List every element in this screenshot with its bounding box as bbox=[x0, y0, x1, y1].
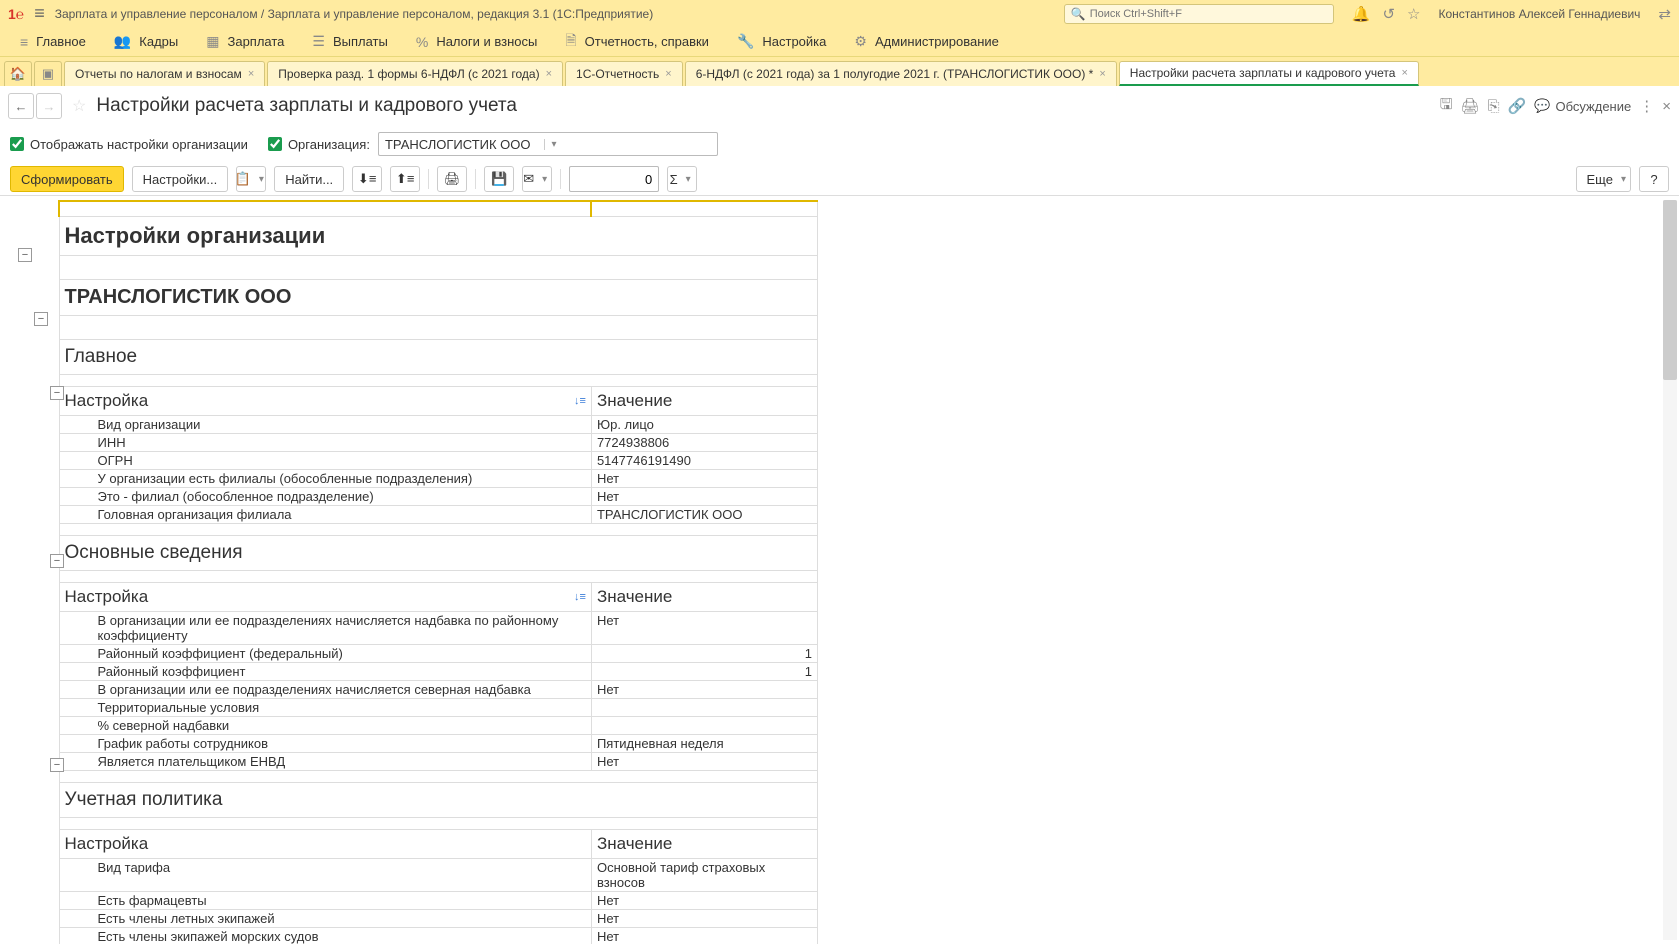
sum-button[interactable]: Σ bbox=[667, 166, 697, 192]
mail-button[interactable]: ✉ bbox=[522, 166, 552, 192]
tree-collapse-node[interactable]: − bbox=[18, 248, 32, 262]
link-icon[interactable]: 🔗 bbox=[1508, 97, 1527, 115]
tab-bar: 🏠 ▣ Отчеты по налогам и взносам× Проверк… bbox=[0, 57, 1679, 86]
menu-vyplaty[interactable]: ☰Выплаты bbox=[298, 27, 401, 56]
settings-button[interactable]: Настройки... bbox=[132, 166, 229, 192]
panels-tab-icon[interactable]: ▣ bbox=[34, 61, 62, 86]
save-button[interactable]: 💾 bbox=[484, 166, 514, 192]
main-menu: ≡Главное 👥Кадры ▦Зарплата ☰Выплаты %Нало… bbox=[0, 27, 1679, 57]
dropdown-icon: ▾ bbox=[544, 139, 711, 150]
report-area[interactable]: −−−−− Настройки организацииТРАНСЛОГИСТИК… bbox=[0, 195, 1679, 944]
wrench-icon: 🔧 bbox=[737, 33, 754, 50]
app-logo-icon: 1℮ bbox=[8, 6, 24, 22]
tree-collapse-node[interactable]: − bbox=[34, 312, 48, 326]
favorite-star-icon[interactable]: ☆ bbox=[72, 96, 86, 116]
nav-forward-button[interactable]: → bbox=[36, 93, 62, 119]
gear-icon: ⚙ bbox=[854, 33, 867, 50]
menu-hamburger[interactable]: ≡Главное bbox=[6, 27, 100, 56]
org-select[interactable]: ТРАНСЛОГИСТИК ООО▾ bbox=[378, 132, 718, 156]
hamburger-icon[interactable]: ≡ bbox=[34, 3, 45, 24]
tab-2[interactable]: 1С-Отчетность× bbox=[565, 61, 683, 86]
close-icon[interactable]: × bbox=[546, 68, 552, 80]
toolbar: Сформировать Настройки... 📋 Найти... ⬇≡ … bbox=[0, 162, 1679, 196]
menu-otchetnost[interactable]: 🗎Отчетность, справки bbox=[551, 27, 723, 56]
search-input[interactable] bbox=[1090, 8, 1327, 20]
vertical-scrollbar[interactable] bbox=[1663, 200, 1677, 940]
tree-collapse-node[interactable]: − bbox=[50, 758, 64, 772]
kebab-icon[interactable]: ⋮ bbox=[1639, 97, 1654, 115]
form-button[interactable]: Сформировать bbox=[10, 166, 124, 192]
save-icon[interactable]: 🖫 bbox=[1440, 94, 1453, 119]
show-org-checkbox[interactable]: Отображать настройки организации bbox=[10, 137, 248, 152]
collapse-button[interactable]: ⬆≡ bbox=[390, 166, 420, 192]
doc-icon: 🗎 bbox=[565, 30, 576, 54]
search-icon: 🔍 bbox=[1071, 7, 1086, 21]
more-button[interactable]: Еще bbox=[1576, 166, 1631, 192]
money-icon: ☰ bbox=[312, 33, 325, 50]
username-label[interactable]: Константинов Алексей Геннадиевич bbox=[1438, 7, 1640, 21]
outline-tree: −−−−− bbox=[8, 200, 58, 944]
close-icon[interactable]: × bbox=[248, 68, 254, 80]
copy-icon[interactable]: ⎘ bbox=[1488, 98, 1500, 115]
search-box[interactable]: 🔍 bbox=[1064, 4, 1334, 24]
variants-button[interactable]: 📋 bbox=[236, 166, 266, 192]
tab-1[interactable]: Проверка разд. 1 формы 6-НДФЛ (с 2021 го… bbox=[267, 61, 563, 86]
nav-back-button[interactable]: ← bbox=[8, 93, 34, 119]
chat-icon: 💬 bbox=[1534, 98, 1550, 114]
tab-4[interactable]: Настройки расчета зарплаты и кадрового у… bbox=[1119, 61, 1419, 86]
tree-collapse-node[interactable]: − bbox=[50, 554, 64, 568]
discuss-button[interactable]: 💬Обсуждение bbox=[1534, 98, 1631, 114]
people-icon: 👥 bbox=[114, 33, 131, 50]
star-icon[interactable]: ☆ bbox=[1407, 5, 1420, 23]
tab-3[interactable]: 6-НДФЛ (с 2021 года) за 1 полугодие 2021… bbox=[685, 61, 1117, 86]
sum-input[interactable] bbox=[569, 166, 659, 192]
menu-icon: ≡ bbox=[20, 34, 28, 50]
percent-icon: % bbox=[416, 34, 428, 50]
home-tab-icon[interactable]: 🏠 bbox=[4, 61, 32, 86]
menu-kadry[interactable]: 👥Кадры bbox=[100, 27, 192, 56]
help-button[interactable]: ? bbox=[1639, 166, 1669, 192]
close-icon[interactable]: × bbox=[1099, 68, 1105, 80]
close-icon[interactable]: × bbox=[1401, 67, 1407, 79]
menu-zarplata[interactable]: ▦Зарплата bbox=[192, 27, 298, 56]
history-icon[interactable]: ↺ bbox=[1382, 5, 1395, 23]
calendar-icon: ▦ bbox=[206, 33, 219, 50]
page-title: Настройки расчета зарплаты и кадрового у… bbox=[96, 95, 1429, 117]
print-button[interactable]: 🖨 bbox=[437, 166, 467, 192]
close-icon[interactable]: × bbox=[665, 68, 671, 80]
report-table: Настройки организацииТРАНСЛОГИСТИК ОООГл… bbox=[58, 200, 818, 944]
filter-bar: Отображать настройки организации Организ… bbox=[0, 126, 1679, 162]
bell-icon[interactable]: 🔔 bbox=[1352, 5, 1371, 23]
window-title: Зарплата и управление персоналом / Зарпл… bbox=[55, 7, 1054, 21]
menu-nalogi[interactable]: %Налоги и взносы bbox=[402, 27, 552, 56]
page-header: ← → ☆ Настройки расчета зарплаты и кадро… bbox=[0, 86, 1679, 126]
org-checkbox[interactable]: Организация: bbox=[268, 137, 370, 152]
menu-nastroika[interactable]: 🔧Настройка bbox=[723, 27, 840, 56]
user-menu-icon[interactable]: ⇄ bbox=[1658, 5, 1671, 23]
menu-admin[interactable]: ⚙Администрирование bbox=[840, 27, 1013, 56]
expand-button[interactable]: ⬇≡ bbox=[352, 166, 382, 192]
close-page-icon[interactable]: × bbox=[1662, 98, 1671, 115]
find-button[interactable]: Найти... bbox=[274, 166, 344, 192]
window-titlebar: 1℮ ≡ Зарплата и управление персоналом / … bbox=[0, 0, 1679, 27]
tab-0[interactable]: Отчеты по налогам и взносам× bbox=[64, 61, 265, 86]
print-icon[interactable]: 🖨 bbox=[1461, 97, 1480, 115]
